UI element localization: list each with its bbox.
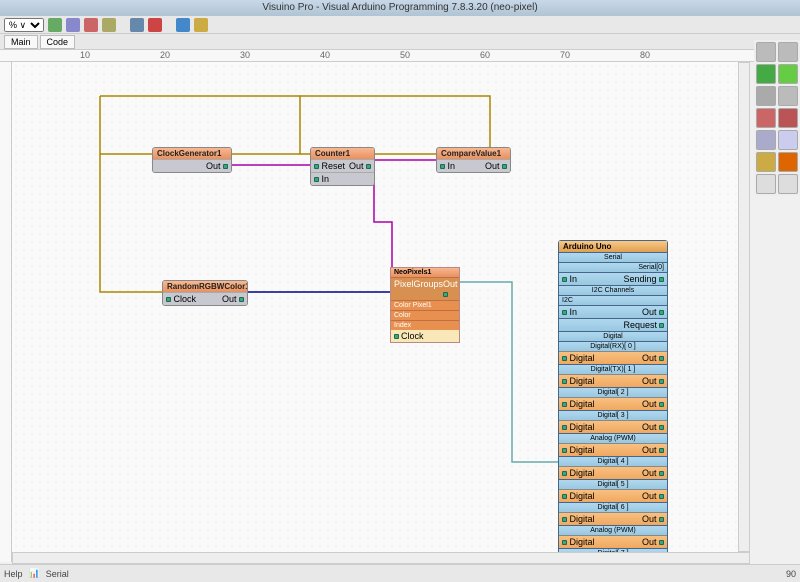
node-counter[interactable]: Counter1 ResetOut In (310, 147, 375, 186)
ruler-vertical (0, 62, 12, 562)
status-coord: 90 (786, 569, 796, 579)
pin-reset[interactable] (314, 164, 319, 169)
palette-item[interactable] (778, 64, 798, 84)
arduino-pin-row[interactable]: DigitalOut (559, 489, 667, 502)
tab-main[interactable]: Main (4, 35, 38, 49)
node-title: Arduino Uno (559, 241, 667, 252)
pin-in[interactable] (314, 177, 319, 182)
pin-in[interactable] (440, 164, 445, 169)
palette-item[interactable] (778, 130, 798, 150)
palette-item[interactable] (756, 64, 776, 84)
scrollbar-vertical[interactable] (738, 62, 750, 552)
delete-icon[interactable] (148, 18, 162, 32)
pin-out[interactable] (443, 292, 448, 297)
arduino-pin-label: Digital(TX)[ 1 ] (559, 364, 667, 374)
pin-out[interactable] (223, 164, 228, 169)
arduino-pin-row[interactable]: DigitalOut (559, 535, 667, 548)
node-title: ClockGenerator1 (153, 148, 231, 159)
arduino-pin-row[interactable]: DigitalOut (559, 374, 667, 387)
tab-bar: Main Code (0, 34, 800, 50)
arduino-pin-row[interactable]: DigitalOut (559, 397, 667, 410)
palette-item[interactable] (778, 86, 798, 106)
main-toolbar: % ∨ (0, 16, 800, 34)
node-comparevalue[interactable]: CompareValue1 InOut (436, 147, 511, 173)
node-randomcolor[interactable]: RandomRGBWColor1 ClockOut (162, 280, 248, 306)
palette-item[interactable] (756, 108, 776, 128)
arduino-pin-label: Analog (PWM) (559, 433, 667, 443)
status-bar: Help 📊Serial 90 (0, 564, 800, 582)
node-neopixels[interactable]: NeoPixels1 PixelGroupsOut Color Pixel1 C… (390, 267, 460, 343)
pin-clock[interactable] (166, 297, 171, 302)
pin-out[interactable] (366, 164, 371, 169)
status-help[interactable]: Help (4, 569, 23, 579)
arduino-pin-label: Digital[ 3 ] (559, 410, 667, 420)
arduino-pin-label: Analog (PWM) (559, 525, 667, 535)
grid-icon[interactable] (102, 18, 116, 32)
component-palette (754, 40, 800, 196)
palette-item[interactable] (778, 174, 798, 194)
palette-item[interactable] (756, 86, 776, 106)
node-icon[interactable] (130, 18, 144, 32)
palette-item[interactable] (756, 174, 776, 194)
magnify-icon[interactable] (66, 18, 80, 32)
pin-in[interactable] (562, 310, 567, 315)
arduino-pin-row[interactable]: DigitalOut (559, 443, 667, 456)
arduino-pin-label: Digital[ 6 ] (559, 502, 667, 512)
scrollbar-horizontal[interactable] (12, 552, 750, 564)
close-icon[interactable] (84, 18, 98, 32)
palette-item[interactable] (756, 130, 776, 150)
pin-clock[interactable] (394, 334, 399, 339)
ruler-horizontal: 10 20 30 40 50 60 70 80 (0, 50, 800, 62)
node-title: Counter1 (311, 148, 374, 159)
palette-item[interactable] (778, 152, 798, 172)
arrow-icon[interactable] (48, 18, 62, 32)
arduino-pin-row[interactable]: DigitalOut (559, 466, 667, 479)
palette-item[interactable] (756, 42, 776, 62)
design-canvas[interactable]: ClockGenerator1 Out Counter1 ResetOut In… (12, 62, 750, 562)
palette-item[interactable] (778, 108, 798, 128)
arduino-pin-row[interactable]: DigitalOut (559, 351, 667, 364)
window-title: Visuino Pro - Visual Arduino Programming… (0, 0, 800, 16)
pin-out[interactable] (659, 277, 664, 282)
arduino-pin-row[interactable]: DigitalOut (559, 420, 667, 433)
tab-code[interactable]: Code (40, 35, 76, 49)
info-icon[interactable] (176, 18, 190, 32)
palette-item[interactable] (778, 42, 798, 62)
arduino-pin-label: Digital[ 5 ] (559, 479, 667, 489)
pin-req[interactable] (659, 323, 664, 328)
node-title: RandomRGBWColor1 (163, 281, 247, 292)
arduino-pin-row[interactable]: DigitalOut (559, 512, 667, 525)
status-serial[interactable]: Serial (46, 569, 69, 579)
pin-out[interactable] (659, 310, 664, 315)
zoom-select[interactable]: % ∨ (4, 18, 44, 32)
arduino-pin-label: Digital[ 2 ] (559, 387, 667, 397)
arduino-pin-label: Digital[ 4 ] (559, 456, 667, 466)
moon-icon[interactable] (194, 18, 208, 32)
pin-in[interactable] (562, 277, 567, 282)
node-arduino-uno[interactable]: Arduino Uno Serial Serial[0] InSending I… (558, 240, 668, 562)
palette-item[interactable] (756, 152, 776, 172)
node-title: NeoPixels1 (391, 268, 459, 277)
node-clockgenerator[interactable]: ClockGenerator1 Out (152, 147, 232, 173)
node-title: CompareValue1 (437, 148, 510, 159)
pin-out[interactable] (239, 297, 244, 302)
pin-out[interactable] (502, 164, 507, 169)
